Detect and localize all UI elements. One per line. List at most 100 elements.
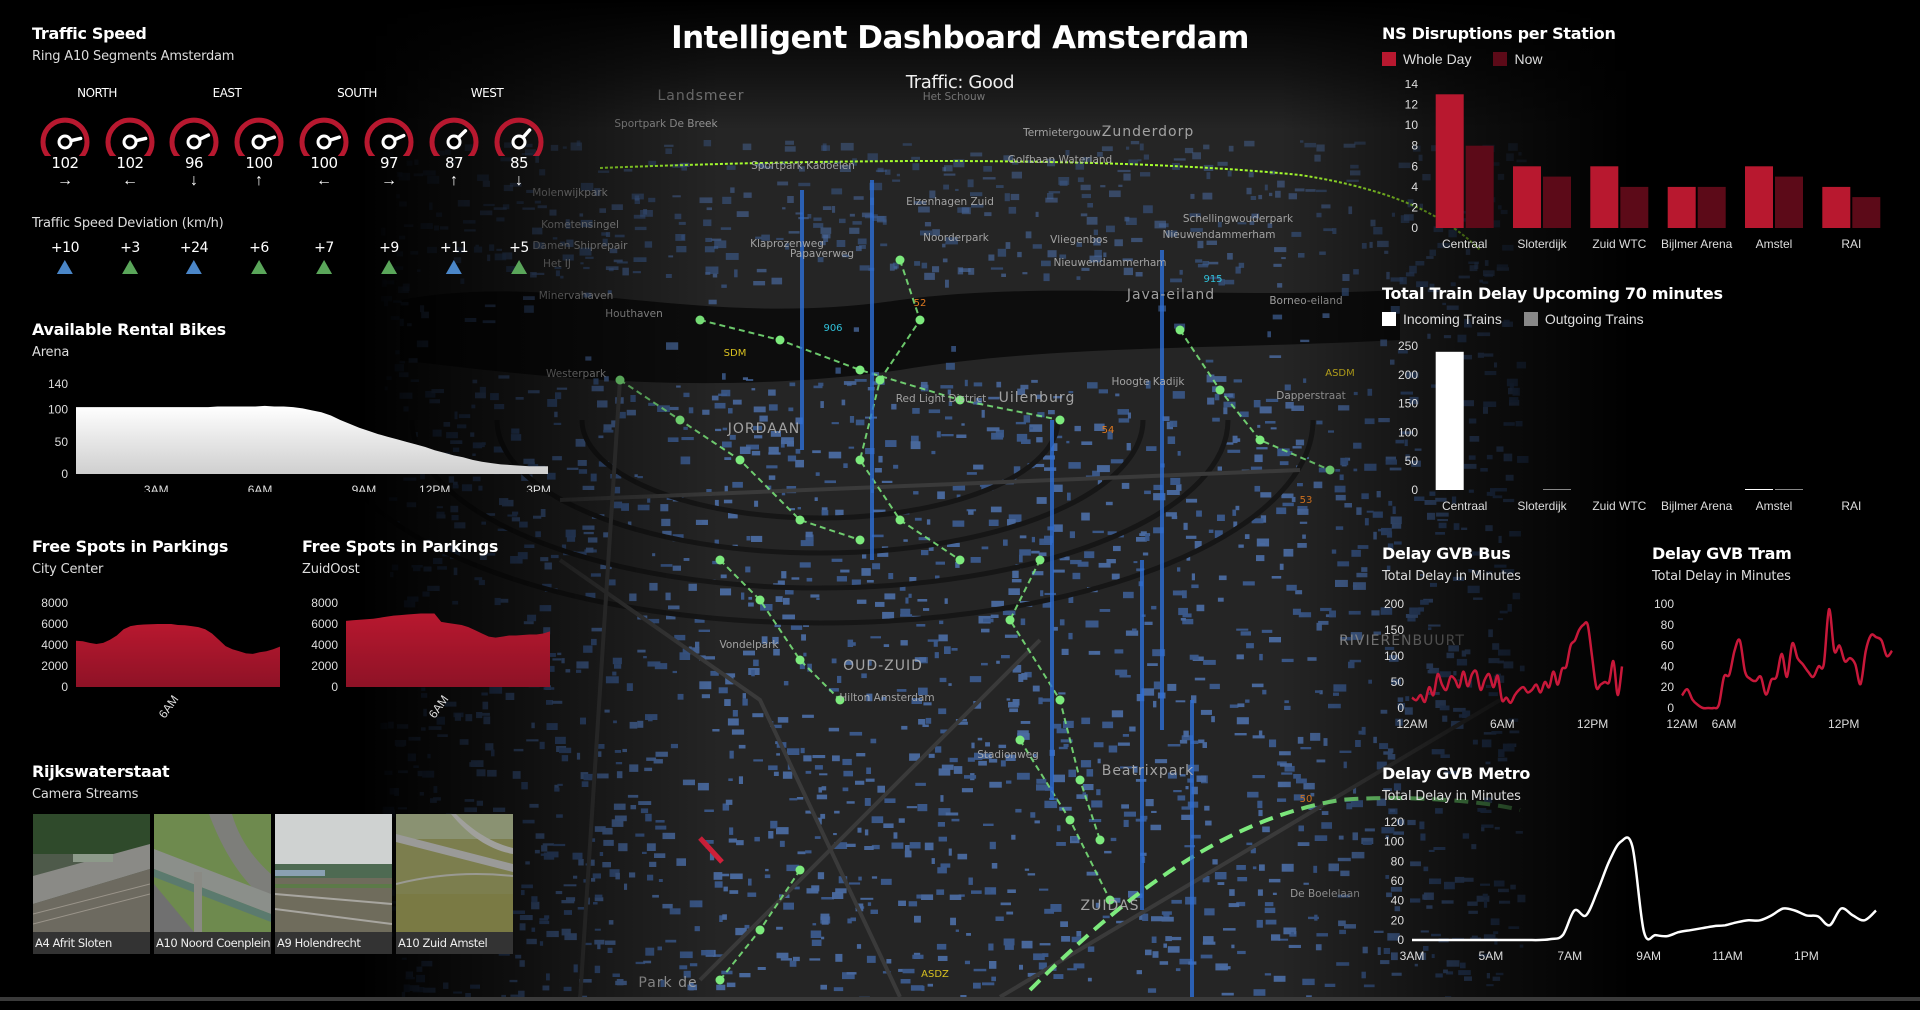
transit-stop[interactable] xyxy=(756,596,765,605)
bar-now[interactable] xyxy=(1620,187,1648,228)
transit-stop[interactable] xyxy=(856,366,865,375)
bar-incoming-trains[interactable] xyxy=(1436,352,1464,490)
transit-stop[interactable] xyxy=(676,416,685,425)
map-station-label[interactable]: ASDZ xyxy=(921,969,949,980)
x-tick-label: Amstel xyxy=(1756,237,1793,251)
map-station-label[interactable]: 54 xyxy=(1102,425,1115,436)
map-station-label[interactable]: 50 xyxy=(1300,794,1313,805)
speed-gauge[interactable]: 100← xyxy=(296,114,352,189)
legend-item-incoming[interactable]: Incoming Trains xyxy=(1382,311,1502,327)
speed-gauge[interactable]: 100↑ xyxy=(231,114,287,189)
y-tick-label: 14 xyxy=(1405,80,1419,91)
transit-stop[interactable] xyxy=(1216,386,1225,395)
line-series[interactable] xyxy=(1412,622,1622,703)
bar-incoming-trains[interactable] xyxy=(1745,489,1773,490)
gauge-dial xyxy=(426,114,482,156)
bar-outgoing-trains[interactable] xyxy=(1543,489,1571,490)
bar-whole-day[interactable] xyxy=(1436,94,1464,228)
legend-item-outgoing[interactable]: Outgoing Trains xyxy=(1524,311,1644,327)
transit-stop[interactable] xyxy=(616,376,625,385)
map-station-label[interactable]: 915 xyxy=(1203,274,1222,285)
map-station-label[interactable]: 53 xyxy=(1300,495,1313,506)
triangle-up-icon xyxy=(316,260,332,274)
parking-zuidoost-area-chart[interactable]: 020004000600080006AM xyxy=(290,587,560,737)
transit-stop[interactable] xyxy=(716,976,725,985)
bar-now[interactable] xyxy=(1852,197,1880,228)
transit-stop[interactable] xyxy=(796,516,805,525)
transit-stop[interactable] xyxy=(696,316,705,325)
bar-outgoing-trains[interactable] xyxy=(1775,489,1803,490)
transit-stop[interactable] xyxy=(1006,616,1015,625)
transit-stop[interactable] xyxy=(776,336,785,345)
map-station-label[interactable]: 52 xyxy=(914,298,927,309)
metro-line-chart[interactable]: 0204060801001203AM5AM7AM9AM11AM1PM xyxy=(1370,810,1910,1010)
bar-whole-day[interactable] xyxy=(1513,166,1541,228)
panel-title: Traffic Speed xyxy=(32,24,234,43)
gauge-dial xyxy=(231,114,287,156)
map-station-label[interactable]: 906 xyxy=(823,323,842,334)
transit-stop[interactable] xyxy=(756,926,765,935)
y-tick-label: 0 xyxy=(61,467,68,481)
transit-stop[interactable] xyxy=(1176,326,1185,335)
ns-bar-chart[interactable]: 02468101214CentraalSloterdijkZuid WTCBij… xyxy=(1370,80,1910,260)
transit-stop[interactable] xyxy=(1076,776,1085,785)
train-delay-bar-chart[interactable]: 050100150200250CentraalSloterdijkZuid WT… xyxy=(1370,340,1910,520)
speed-gauge[interactable]: 102← xyxy=(102,114,158,189)
transit-stop[interactable] xyxy=(856,456,865,465)
legend-item-now[interactable]: Now xyxy=(1493,51,1542,67)
transit-stop[interactable] xyxy=(916,316,925,325)
transit-stop[interactable] xyxy=(956,556,965,565)
transit-stop[interactable] xyxy=(1056,416,1065,425)
bar-whole-day[interactable] xyxy=(1822,187,1850,228)
legend-item-whole-day[interactable]: Whole Day xyxy=(1382,51,1471,67)
bar-whole-day[interactable] xyxy=(1590,166,1618,228)
gauge-value: 85 xyxy=(491,154,547,172)
speed-gauge[interactable]: 87↑ xyxy=(426,114,482,189)
bar-whole-day[interactable] xyxy=(1668,187,1696,228)
camera-tile[interactable]: A10 Noord Coenplein xyxy=(154,814,271,954)
x-tick-label: 12PM xyxy=(419,483,450,492)
transit-stop[interactable] xyxy=(1056,696,1065,705)
bar-now[interactable] xyxy=(1466,146,1494,228)
transit-stop[interactable] xyxy=(1036,556,1045,565)
speed-gauge[interactable]: 97→ xyxy=(361,114,417,189)
transit-stop[interactable] xyxy=(1066,816,1075,825)
direction-arrow-icon: → xyxy=(37,173,93,189)
bus-line-chart[interactable]: 05010015020012AM6AM12PM xyxy=(1370,590,1640,750)
transit-stop[interactable] xyxy=(796,656,805,665)
transit-stop[interactable] xyxy=(1096,836,1105,845)
transit-stop[interactable] xyxy=(1256,436,1265,445)
tram-line-chart[interactable]: 02040608010012AM6AM12PM xyxy=(1640,590,1910,750)
bar-now[interactable] xyxy=(1775,177,1803,228)
transit-stop[interactable] xyxy=(1016,736,1025,745)
x-tick-label: 7AM xyxy=(1557,949,1582,963)
y-tick-label: 20 xyxy=(1661,680,1675,694)
map-label: Kometensingel xyxy=(541,219,619,231)
parking-center-area-chart[interactable]: 020004000600080006AM xyxy=(20,587,290,737)
map-station-label[interactable]: SDM xyxy=(724,348,747,359)
line-series[interactable] xyxy=(1412,838,1876,941)
speed-gauge[interactable]: 102→ xyxy=(37,114,93,189)
bikes-area-chart[interactable]: 0501001403AM6AM9AM12PM3PM xyxy=(20,372,560,492)
transit-stop[interactable] xyxy=(856,536,865,545)
transit-stop[interactable] xyxy=(896,516,905,525)
transit-stop[interactable] xyxy=(1326,466,1335,475)
map-label: OUD-ZUID xyxy=(843,658,923,674)
traffic-speed-panel: Traffic Speed Ring A10 Segments Amsterda… xyxy=(32,24,234,64)
speed-gauge[interactable]: 96↓ xyxy=(166,114,222,189)
transit-stop[interactable] xyxy=(796,866,805,875)
transit-stop[interactable] xyxy=(896,256,905,265)
transit-stop[interactable] xyxy=(716,556,725,565)
camera-tile[interactable]: A4 Afrit Sloten xyxy=(33,814,150,954)
camera-tile[interactable]: A9 Holendrecht xyxy=(275,814,392,954)
transit-stop[interactable] xyxy=(736,456,745,465)
speed-gauge[interactable]: 85↓ xyxy=(491,114,547,189)
y-tick-label: 0 xyxy=(1397,933,1404,947)
y-tick-label: 0 xyxy=(1667,701,1674,715)
bar-whole-day[interactable] xyxy=(1745,166,1773,228)
bar-now[interactable] xyxy=(1698,187,1726,228)
line-series[interactable] xyxy=(1682,609,1892,708)
camera-tile[interactable]: A10 Zuid Amstel xyxy=(396,814,513,954)
map-station-label[interactable]: ASDM xyxy=(1325,368,1355,379)
bar-now[interactable] xyxy=(1543,177,1571,228)
